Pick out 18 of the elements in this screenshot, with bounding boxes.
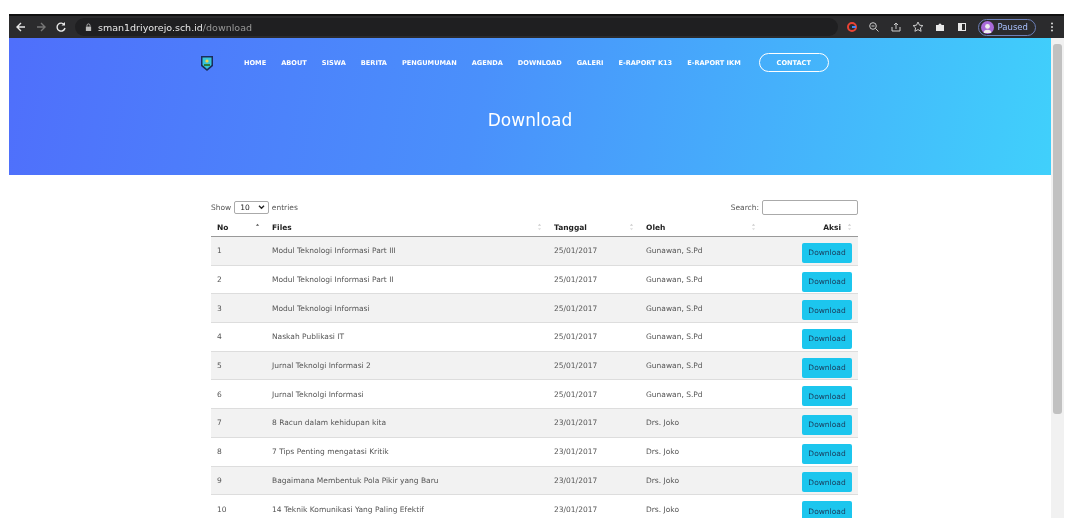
reload-icon[interactable] (55, 21, 67, 33)
school-logo[interactable] (200, 53, 214, 72)
address-bar[interactable]: sman1driyorejo.sch.id/download (75, 18, 838, 36)
avatar-icon (980, 20, 994, 34)
sidebar-icon[interactable] (955, 21, 968, 33)
google-icon[interactable] (845, 21, 858, 33)
share-icon[interactable] (889, 21, 902, 33)
scroll-thumb[interactable] (1053, 44, 1062, 414)
zoom-icon[interactable] (867, 21, 880, 33)
lock-icon (85, 22, 92, 32)
forward-icon[interactable] (35, 21, 47, 33)
star-icon[interactable] (911, 21, 924, 33)
scrollbar[interactable] (1051, 38, 1064, 518)
page-title: Download (487, 110, 573, 130)
puzzle-icon[interactable] (933, 21, 946, 33)
back-icon[interactable] (15, 21, 27, 33)
search-field[interactable] (762, 199, 858, 215)
caret-icon (257, 204, 265, 210)
